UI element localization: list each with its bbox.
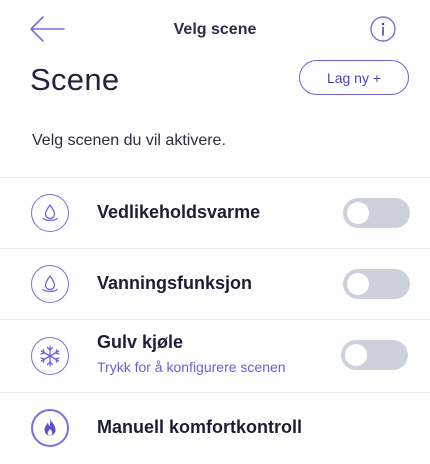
snowflake-icon xyxy=(40,345,60,367)
info-icon xyxy=(370,16,396,42)
new-scene-button[interactable]: Lag ny + xyxy=(299,60,409,95)
scene-row-manuell-komfortkontroll[interactable]: Manuell komfortkontroll xyxy=(0,392,430,463)
scene-title: Vedlikeholdsvarme xyxy=(97,202,261,222)
scene-list: Vedlikeholdsvarme Vanningsfunksjon Gulv … xyxy=(0,177,430,463)
scene-row-vanningsfunksjon[interactable]: Vanningsfunksjon xyxy=(0,248,430,319)
toggle-knob xyxy=(347,273,369,295)
scene-row-gulv-kjole[interactable]: Gulv kjøle Trykk for å konfigurere scene… xyxy=(0,319,430,392)
scene-icon xyxy=(31,194,69,232)
toggle-knob xyxy=(345,344,367,366)
water-drop-icon xyxy=(42,274,58,293)
page-title: Velg scene xyxy=(173,21,257,38)
scene-subtitle[interactable]: Trykk for å konfigurere scenen xyxy=(97,359,286,375)
scene-title: Gulv kjøle xyxy=(97,332,184,352)
scene-icon xyxy=(31,337,69,375)
flame-icon xyxy=(44,418,56,436)
toggle-knob xyxy=(347,202,369,224)
scene-title: Vanningsfunksjon xyxy=(97,273,253,293)
scene-toggle[interactable] xyxy=(343,198,410,228)
page-description: Velg scenen du vil aktivere. xyxy=(32,132,226,149)
scene-title: Manuell komfortkontroll xyxy=(97,417,303,437)
water-drop-icon xyxy=(42,203,58,222)
scene-heading: Scene xyxy=(30,62,120,97)
scene-toggle[interactable] xyxy=(341,340,408,370)
scene-toggle[interactable] xyxy=(343,269,410,299)
scene-row-vedlikeholdsvarme[interactable]: Vedlikeholdsvarme xyxy=(0,177,430,248)
info-button[interactable] xyxy=(370,16,396,42)
scene-icon xyxy=(31,409,69,447)
scene-icon xyxy=(31,265,69,303)
top-bar: Velg scene xyxy=(0,0,430,60)
